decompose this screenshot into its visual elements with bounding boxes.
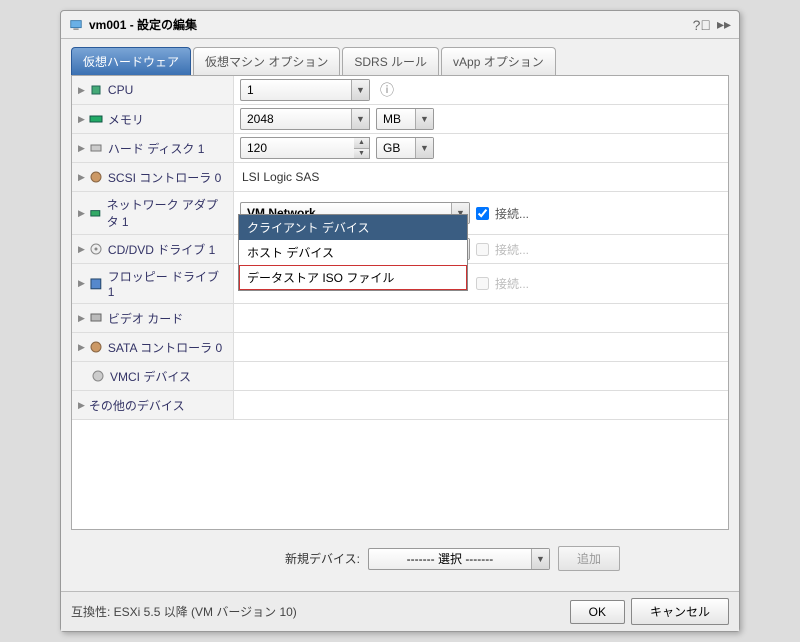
- row-memory: ▶ メモリ 2048 ▼ MB ▼: [72, 105, 728, 134]
- expander-icon[interactable]: ▶: [78, 114, 85, 125]
- cddvd-connect-checkbox: [476, 243, 489, 256]
- expander-icon[interactable]: ▶: [78, 278, 85, 289]
- vm-icon: [69, 18, 83, 32]
- new-device-select[interactable]: ------- 選択 ------- ▼: [368, 548, 550, 570]
- scsi-label: SCSI コントローラ 0: [108, 169, 221, 186]
- row-sata: ▶ SATA コントローラ 0: [72, 333, 728, 362]
- row-harddisk: ▶ ハード ディスク 1 120 ▲ ▼ GB ▼: [72, 134, 728, 163]
- row-video: ▶ ビデオ カード: [72, 304, 728, 333]
- help-icon[interactable]: ?⃝: [693, 17, 711, 33]
- spinner-up-icon[interactable]: ▲: [354, 138, 369, 149]
- expander-icon[interactable]: ▶: [78, 244, 85, 255]
- ok-button[interactable]: OK: [570, 600, 625, 624]
- memory-input[interactable]: 2048 ▼: [240, 108, 370, 130]
- tab-vapp-options[interactable]: vApp オプション: [441, 47, 556, 75]
- floppy-label: フロッピー ドライブ 1: [108, 268, 227, 299]
- vmci-label: VMCI デバイス: [110, 368, 191, 385]
- tab-vm-options[interactable]: 仮想マシン オプション: [193, 47, 340, 75]
- dialog-title: vm001 - 設定の編集: [89, 16, 687, 33]
- cpu-label: CPU: [108, 83, 133, 97]
- new-device-label: 新規デバイス:: [180, 550, 360, 567]
- vmci-icon: [91, 369, 105, 383]
- chevron-down-icon: ▼: [415, 138, 433, 158]
- info-icon[interactable]: ⓘ: [380, 80, 394, 100]
- titlebar: vm001 - 設定の編集 ?⃝ ▸▸: [61, 11, 739, 39]
- row-scsi: ▶ SCSI コントローラ 0 LSI Logic SAS: [72, 163, 728, 192]
- network-label: ネットワーク アダプタ 1: [107, 196, 227, 230]
- expander-icon[interactable]: ▶: [78, 400, 85, 411]
- expander-icon[interactable]: ▶: [78, 313, 85, 324]
- expander-icon[interactable]: ▶: [78, 143, 85, 154]
- video-icon: [89, 311, 103, 325]
- dropdown-item-client-device[interactable]: クライアント デバイス: [239, 215, 467, 240]
- spinner-down-icon[interactable]: ▼: [354, 149, 369, 159]
- compatibility-text: 互換性: ESXi 5.5 以降 (VM バージョン 10): [71, 603, 564, 620]
- add-button[interactable]: 追加: [558, 546, 620, 571]
- tab-sdrs-rules[interactable]: SDRS ルール: [342, 47, 439, 75]
- chevron-down-icon: ▼: [531, 549, 549, 569]
- row-other: ▶ その他のデバイス: [72, 391, 728, 420]
- cancel-button[interactable]: キャンセル: [631, 598, 729, 625]
- scsi-icon: [89, 170, 103, 184]
- floppy-connect-label: 接続...: [495, 275, 529, 292]
- row-cpu: ▶ CPU 1 ▼ ⓘ: [72, 76, 728, 105]
- disk-label: ハード ディスク 1: [108, 140, 205, 157]
- network-connect-checkbox[interactable]: [476, 207, 489, 220]
- scsi-value: LSI Logic SAS: [240, 170, 319, 184]
- sata-icon: [89, 340, 103, 354]
- floppy-connect-checkbox: [476, 277, 489, 290]
- hardware-content: ▶ CPU 1 ▼ ⓘ ▶ メモリ: [71, 75, 729, 530]
- disk-unit-select[interactable]: GB ▼: [376, 137, 434, 159]
- edit-settings-dialog: vm001 - 設定の編集 ?⃝ ▸▸ 仮想ハードウェア 仮想マシン オプション…: [60, 10, 740, 632]
- sata-label: SATA コントローラ 0: [108, 339, 222, 356]
- expand-icon[interactable]: ▸▸: [717, 16, 731, 33]
- row-vmci: VMCI デバイス: [72, 362, 728, 391]
- expander-icon[interactable]: ▶: [78, 172, 85, 183]
- tab-virtual-hardware[interactable]: 仮想ハードウェア: [71, 47, 191, 75]
- disk-size-spinner[interactable]: ▲ ▼: [354, 137, 370, 159]
- memory-icon: [89, 112, 103, 126]
- disk-size-input[interactable]: 120: [240, 137, 354, 159]
- floppy-icon: [89, 277, 103, 291]
- cddvd-connect-label: 接続...: [495, 241, 529, 258]
- network-icon: [89, 206, 102, 220]
- disk-icon: [89, 141, 103, 155]
- memory-label: メモリ: [108, 111, 144, 128]
- dropdown-item-host-device[interactable]: ホスト デバイス: [239, 240, 467, 265]
- cddvd-dropdown: クライアント デバイス ホスト デバイス データストア ISO ファイル: [238, 214, 468, 291]
- video-label: ビデオ カード: [108, 310, 183, 327]
- expander-icon[interactable]: ▶: [78, 85, 85, 96]
- expander-icon[interactable]: ▶: [78, 342, 85, 353]
- cddvd-label: CD/DVD ドライブ 1: [108, 241, 215, 258]
- chevron-down-icon: ▼: [351, 80, 369, 100]
- memory-unit-select[interactable]: MB ▼: [376, 108, 434, 130]
- network-connect-label: 接続...: [495, 205, 529, 222]
- cddvd-icon: [89, 242, 103, 256]
- expander-icon[interactable]: ▶: [78, 208, 85, 219]
- cpu-icon: [89, 83, 103, 97]
- tab-bar: 仮想ハードウェア 仮想マシン オプション SDRS ルール vApp オプション: [61, 39, 739, 75]
- dialog-footer: 互換性: ESXi 5.5 以降 (VM バージョン 10) OK キャンセル: [61, 591, 739, 631]
- other-label: その他のデバイス: [89, 397, 185, 414]
- chevron-down-icon: ▼: [351, 109, 369, 129]
- dropdown-item-datastore-iso[interactable]: データストア ISO ファイル: [239, 265, 467, 290]
- cpu-select[interactable]: 1 ▼: [240, 79, 370, 101]
- chevron-down-icon: ▼: [415, 109, 433, 129]
- new-device-row: 新規デバイス: ------- 選択 ------- ▼ 追加: [71, 538, 729, 583]
